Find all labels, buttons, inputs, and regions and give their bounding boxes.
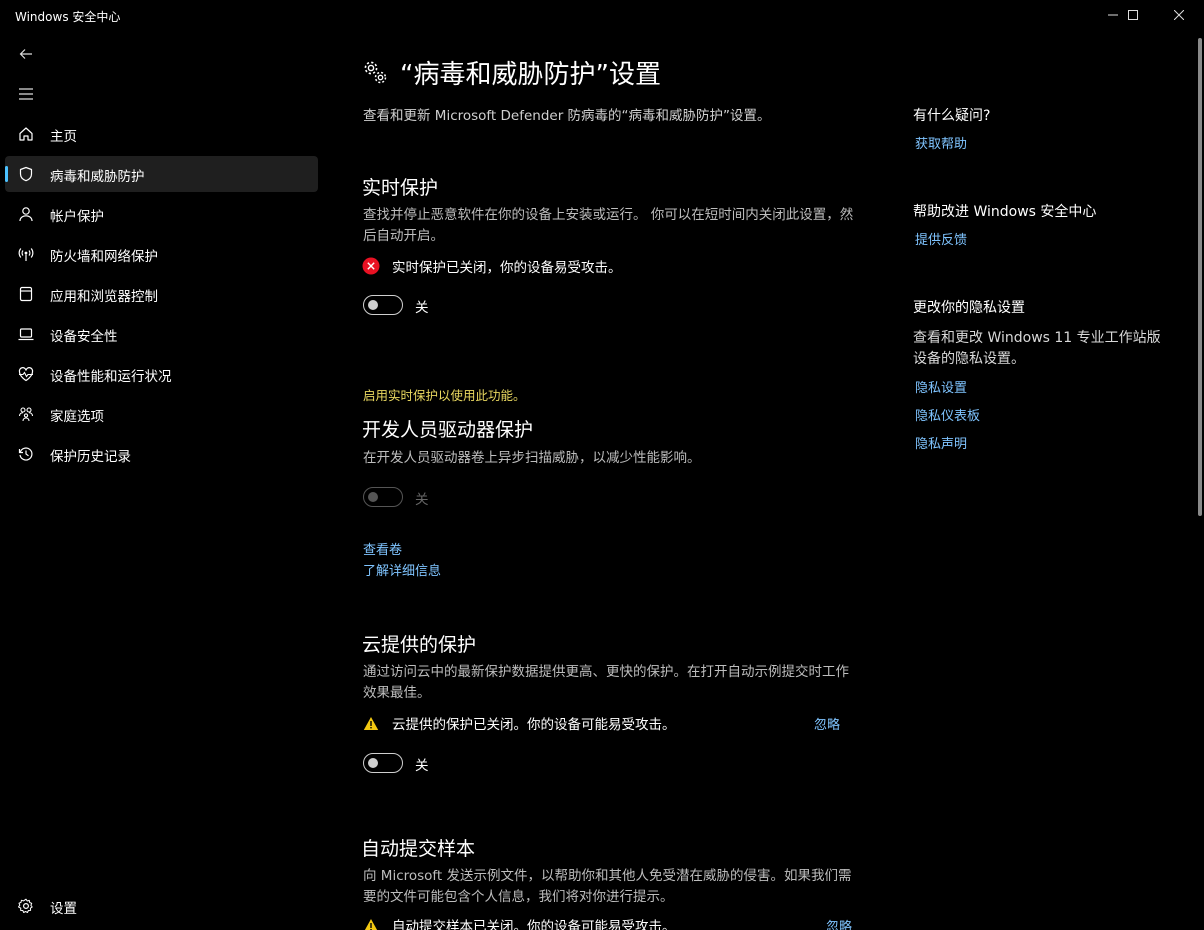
page-header: “病毒和威胁防护”设置 [362,54,661,91]
hamburger-icon [19,88,33,100]
sidebar-item-label: 应用和浏览器控制 [50,289,158,305]
improve-title: 帮助改进 Windows 安全中心 [913,204,1097,220]
toggle-knob [368,492,378,502]
privacy-description: 查看和更改 Windows 11 专业工作站版 设备的隐私设置。 [913,330,1161,367]
realtime-protection-toggle[interactable] [363,295,403,315]
menu-button[interactable] [10,78,42,110]
sidebar-item-label: 帐户保护 [50,209,104,225]
family-icon [17,405,35,423]
close-button[interactable] [1156,0,1202,30]
sidebar-item-label: 防火墙和网络保护 [50,249,158,265]
privacy-statement-link[interactable]: 隐私声明 [915,433,967,452]
sidebar-item-label: 病毒和威胁防护 [50,169,145,185]
autosample-description: 向 Microsoft 发送示例文件，以帮助你和其他人免受潜在威胁的侵害。如果我… [363,868,852,905]
sidebar-item-account-protection[interactable]: 帐户保护 [5,196,318,232]
devdrive-protection-toggle[interactable] [363,487,403,507]
sidebar-item-settings[interactable]: 设置 [5,888,318,924]
warning-icon [362,916,380,930]
page-title: “病毒和威胁防护”设置 [400,60,661,90]
cloud-protection-description: 通过访问云中的最新保护数据提供更高、更快的保护。在打开自动示例提交时工作效果最佳… [363,664,849,701]
scrollbar[interactable] [1198,38,1202,516]
gears-icon [364,61,387,83]
privacy-title: 更改你的隐私设置 [913,300,1025,316]
error-icon [362,257,380,275]
sidebar-item-label: 主页 [50,129,77,145]
main-content: “病毒和威胁防护”设置 查看和更新 Microsoft Defender 防病毒… [330,30,870,930]
autosample-title: 自动提交样本 [361,838,476,860]
sidebar-item-device-security[interactable]: 设备安全性 [5,316,318,352]
page-subtitle: 查看和更新 Microsoft Defender 防病毒的“病毒和威胁防护”设置… [363,108,771,124]
realtime-protection-description: 查找并停止恶意软件在你的设备上安装或运行。 你可以在短时间内关闭此设置，然后自动… [363,207,854,244]
app-title: Windows 安全中心 [15,10,121,24]
laptop-icon [17,325,35,343]
sidebar-item-protection-history[interactable]: 保护历史记录 [5,436,318,472]
privacy-settings-link[interactable]: 隐私设置 [915,377,967,396]
gear-icon [17,897,35,915]
cloud-protection-title: 云提供的保护 [362,634,477,656]
selection-indicator [5,166,8,182]
shield-icon [17,165,35,183]
give-feedback-link[interactable]: 提供反馈 [915,229,967,248]
autosample-status-text: 自动提交样本已关闭。你的设备可能易受攻击。 [392,919,676,930]
devdrive-notice: 启用实时保护以使用此功能。 [363,388,526,403]
wifi-signal-icon [17,245,35,263]
realtime-status: 实时保护已关闭，你的设备易受攻击。 [362,256,622,276]
app-window: Windows 安全中心 主页 病毒和威胁防护 帐户保护 防火墙和网络保护 应用… [0,0,1204,930]
toggle-knob [368,300,378,310]
sidebar: 主页 病毒和威胁防护 帐户保护 防火墙和网络保护 应用和浏览器控制 设备安全性 … [0,30,330,930]
cloud-toggle-label: 关 [415,758,429,774]
realtime-protection-title: 实时保护 [362,177,439,199]
cloud-status-text: 云提供的保护已关闭。你的设备可能易受攻击。 [392,717,676,733]
sidebar-item-virus-protection[interactable]: 病毒和威胁防护 [5,156,318,192]
cloud-protection-toggle[interactable] [363,753,403,773]
sidebar-item-family-options[interactable]: 家庭选项 [5,396,318,432]
sidebar-item-device-performance[interactable]: 设备性能和运行状况 [5,356,318,392]
app-window-icon [17,285,35,303]
sidebar-item-app-browser-control[interactable]: 应用和浏览器控制 [5,276,318,312]
devdrive-protection-title: 开发人员驱动器保护 [362,419,534,441]
maximize-button[interactable] [1110,0,1156,30]
back-button[interactable] [10,38,42,70]
heart-pulse-icon [17,365,35,383]
home-icon [17,125,35,143]
back-arrow-icon [19,49,32,59]
toggle-knob [368,758,378,768]
devdrive-toggle-label: 关 [415,492,429,508]
sidebar-item-label: 家庭选项 [50,409,104,425]
autosample-dismiss-link[interactable]: 忽略 [826,916,852,930]
cloud-dismiss-link[interactable]: 忽略 [814,714,840,733]
get-help-link[interactable]: 获取帮助 [915,133,967,152]
autosample-status: 自动提交样本已关闭。你的设备可能易受攻击。 [362,915,676,930]
sidebar-item-label: 设备安全性 [50,329,118,345]
sidebar-item-home[interactable]: 主页 [5,116,318,152]
realtime-status-text: 实时保护已关闭，你的设备易受攻击。 [392,260,622,276]
sidebar-item-label: 设备性能和运行状况 [50,369,172,385]
view-volumes-link[interactable]: 查看卷 [363,539,402,558]
learn-more-link[interactable]: 了解详细信息 [363,560,441,579]
sidebar-item-firewall[interactable]: 防火墙和网络保护 [5,236,318,272]
realtime-toggle-label: 关 [415,300,429,316]
close-icon [1174,10,1184,20]
devdrive-protection-description: 在开发人员驱动器卷上异步扫描威胁，以减少性能影响。 [363,450,701,466]
sidebar-item-label: 保护历史记录 [50,449,131,465]
questions-title: 有什么疑问? [913,108,991,124]
cloud-status: 云提供的保护已关闭。你的设备可能易受攻击。 [362,713,676,733]
history-icon [17,445,35,463]
privacy-dashboard-link[interactable]: 隐私仪表板 [915,405,980,424]
warning-icon [362,714,380,732]
maximize-icon [1128,10,1138,20]
sidebar-item-label: 设置 [50,901,77,917]
title-bar: Windows 安全中心 [0,0,1204,30]
person-icon [17,205,35,223]
